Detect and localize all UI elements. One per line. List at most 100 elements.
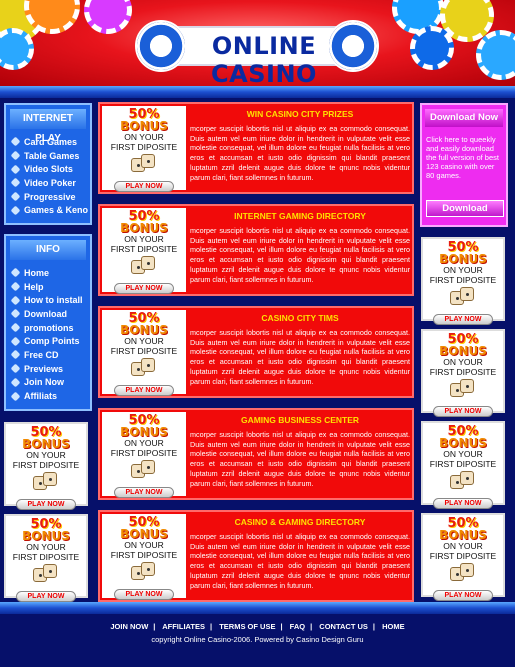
bonus-banner[interactable]: 50% BONUS ON YOUR FIRST DIPOSITE PLAY NO…: [102, 412, 186, 498]
article-title[interactable]: CASINO CITY TIMS: [188, 313, 412, 323]
bonus-line-2: FIRST DIPOSITE: [110, 448, 178, 458]
article-gaming-business-center: 50% BONUS ON YOUR FIRST DIPOSITE PLAY NO…: [98, 408, 414, 500]
poker-chip-icon: [410, 26, 454, 70]
download-button[interactable]: Download: [426, 200, 504, 217]
nav-item-affiliats[interactable]: Affiliats: [6, 389, 90, 403]
nav-item-help[interactable]: Help: [6, 280, 90, 294]
bonus-line-2: FIRST DIPOSITE: [429, 275, 497, 285]
nav-item-comp-points[interactable]: Comp Points: [6, 334, 90, 348]
internet-play-menu: INTERNET PLAY Card Games Table Games Vid…: [4, 103, 92, 225]
bullet-icon: [10, 150, 21, 161]
nav-item-label: Video Poker: [24, 177, 76, 188]
dice-icon: [131, 154, 157, 174]
bonus-line-1: ON YOUR: [26, 542, 66, 552]
article-body: mcorper suscipit lobortis nisl ut aliqui…: [190, 124, 410, 182]
bullet-icon: [10, 322, 21, 333]
footer-link-affiliates[interactable]: AFFILIATES: [162, 622, 205, 631]
bonus-word: BONUS: [439, 436, 487, 450]
nav-item-join-now[interactable]: Join Now: [6, 376, 90, 390]
bonus-banner[interactable]: 50% BONUS ON YOUR FIRST DIPOSITE PLAY NO…: [4, 514, 88, 602]
footer-link-join-now[interactable]: JOIN NOW: [110, 622, 148, 631]
bullet-icon: [10, 336, 21, 347]
bullet-icon: [10, 295, 21, 306]
bonus-word: BONUS: [439, 252, 487, 266]
bonus-banner[interactable]: 50% BONUS ON YOUR FIRST DIPOSITE PLAY NO…: [102, 208, 186, 294]
download-description: Click here to queekly and easily downloa…: [426, 135, 499, 180]
nav-item-home[interactable]: Home: [6, 266, 90, 280]
footer-link-terms[interactable]: TERMS OF USE: [219, 622, 275, 631]
bonus-word: BONUS: [22, 529, 70, 543]
play-now-button[interactable]: PLAY NOW: [114, 181, 174, 192]
separator: |: [210, 622, 213, 631]
separator: |: [153, 622, 156, 631]
bonus-word: BONUS: [120, 527, 168, 541]
bonus-line-2: FIRST DIPOSITE: [110, 244, 178, 254]
article-casino-gaming-directory: 50% BONUS ON YOUR FIRST DIPOSITE PLAY NO…: [98, 510, 414, 602]
nav-item-previews[interactable]: Previews: [6, 362, 90, 376]
bonus-banner[interactable]: 50% BONUS ON YOUR FIRST DIPOSITE PLAY NO…: [421, 421, 505, 509]
dice-icon: [131, 460, 157, 480]
bonus-banner[interactable]: 50% BONUS ON YOUR FIRST DIPOSITE PLAY NO…: [102, 310, 186, 396]
nav-item-label: Video Slots: [24, 164, 73, 175]
bonus-word: BONUS: [120, 221, 168, 235]
nav-item-card-games[interactable]: Card Games: [6, 135, 90, 149]
article-title[interactable]: CASINO & GAMING DIRECTORY: [188, 517, 412, 527]
dice-icon: [131, 358, 157, 378]
nav-item-promotions[interactable]: promotions: [6, 321, 90, 335]
dice-icon: [450, 471, 476, 491]
bonus-banner[interactable]: 50% BONUS ON YOUR FIRST DIPOSITE PLAY NO…: [421, 329, 505, 417]
bullet-icon: [10, 350, 21, 360]
bullet-icon: [10, 308, 21, 319]
dice-icon: [33, 472, 59, 492]
logo[interactable]: ONLINE CASINO: [135, 14, 380, 86]
nav-item-progressive[interactable]: Progressive: [6, 190, 90, 204]
footer-link-faq[interactable]: FAQ: [290, 622, 305, 631]
footer-link-contact[interactable]: CONTACT US: [319, 622, 368, 631]
bonus-line-1: ON YOUR: [124, 336, 164, 346]
bonus-banner[interactable]: 50% BONUS ON YOUR FIRST DIPOSITE PLAY NO…: [102, 514, 186, 600]
nav-item-download[interactable]: Download: [6, 307, 90, 321]
play-now-button[interactable]: PLAY NOW: [114, 487, 174, 498]
bonus-line-1: ON YOUR: [26, 450, 66, 460]
bullet-icon: [10, 377, 21, 388]
nav-item-games-keno[interactable]: Games & Keno: [6, 203, 90, 217]
bullet-icon: [10, 205, 21, 216]
article-title[interactable]: WIN CASINO CITY PRIZES: [188, 109, 412, 119]
info-title: INFO: [10, 240, 86, 260]
play-now-button[interactable]: PLAY NOW: [114, 385, 174, 396]
nav-item-video-slots[interactable]: Video Slots: [6, 162, 90, 176]
bullet-icon: [10, 177, 21, 188]
play-now-button[interactable]: PLAY NOW: [16, 591, 76, 602]
dice-icon: [450, 379, 476, 399]
article-title[interactable]: INTERNET GAMING DIRECTORY: [188, 211, 412, 221]
nav-item-video-poker[interactable]: Video Poker: [6, 176, 90, 190]
nav-item-label: Card Games: [24, 136, 78, 147]
play-now-button[interactable]: PLAY NOW: [433, 498, 493, 509]
footer-divider: [0, 602, 515, 614]
footer-link-home[interactable]: HOME: [382, 622, 405, 631]
bonus-line-1: ON YOUR: [443, 449, 483, 459]
play-now-button[interactable]: PLAY NOW: [433, 590, 493, 601]
poker-chip-icon: [0, 28, 34, 70]
play-now-button[interactable]: PLAY NOW: [16, 499, 76, 510]
nav-item-free-cd[interactable]: Free CD: [6, 348, 90, 362]
bonus-banner[interactable]: 50% BONUS ON YOUR FIRST DIPOSITE PLAY NO…: [421, 513, 505, 601]
play-now-button[interactable]: PLAY NOW: [114, 589, 174, 600]
article-title[interactable]: GAMING BUSINESS CENTER: [188, 415, 412, 425]
play-now-button[interactable]: PLAY NOW: [433, 406, 493, 417]
nav-item-how-to-install[interactable]: How to install: [6, 293, 90, 307]
bonus-banner[interactable]: 50% BONUS ON YOUR FIRST DIPOSITE PLAY NO…: [102, 106, 186, 192]
header-divider: [0, 86, 515, 98]
nav-item-table-games[interactable]: Table Games: [6, 149, 90, 163]
bullet-icon: [10, 136, 21, 147]
bonus-banner[interactable]: 50% BONUS ON YOUR FIRST DIPOSITE PLAY NO…: [4, 422, 88, 510]
dice-icon: [33, 564, 59, 584]
dice-icon: [450, 287, 476, 307]
site-header: ONLINE CASINO: [0, 0, 515, 86]
bonus-line-1: ON YOUR: [124, 540, 164, 550]
bonus-banner[interactable]: 50% BONUS ON YOUR FIRST DIPOSITE PLAY NO…: [421, 237, 505, 325]
bonus-line-1: ON YOUR: [443, 357, 483, 367]
play-now-button[interactable]: PLAY NOW: [114, 283, 174, 294]
play-now-button[interactable]: PLAY NOW: [433, 314, 493, 325]
copyright: copyright Online Casino-2006. Powered by…: [151, 635, 364, 644]
